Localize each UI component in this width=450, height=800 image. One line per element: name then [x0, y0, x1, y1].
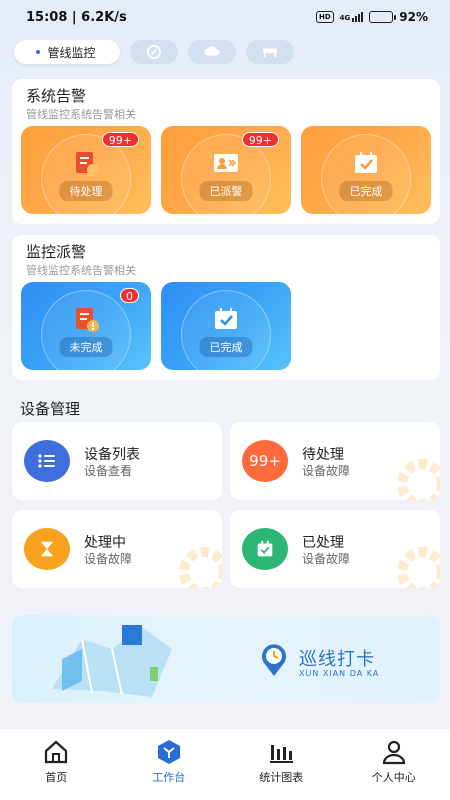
card-title: 系统告警: [26, 87, 87, 105]
nav-profile[interactable]: 个人中心: [338, 729, 450, 800]
device-card-title: 待处理: [302, 447, 344, 463]
signal-label: 4G: [339, 14, 351, 22]
tab-cloud[interactable]: [188, 40, 236, 64]
status-bar: 15:08 | 6.2K/s HD 4G 92%: [0, 0, 450, 34]
top-tabs: 管线监控: [14, 40, 294, 64]
device-processing-card[interactable]: 处理中 设备故障: [12, 510, 222, 588]
nav-label: 首页: [45, 771, 68, 784]
hourglass-icon: [24, 528, 70, 570]
tile-label: 未完成: [59, 337, 113, 357]
tile-label: 已完成: [199, 337, 253, 357]
device-list-card[interactable]: 设备列表 设备查看: [12, 422, 222, 500]
signal-bar: [361, 12, 364, 22]
active-dot: [36, 50, 41, 54]
bar-chart-icon: [270, 745, 294, 763]
banner-subtitle: XUN XIAN DA KA: [299, 669, 380, 678]
battery-percent: 92%: [399, 10, 428, 24]
card-subtitle: 管线监控系统告警相关: [26, 108, 136, 121]
network-badge: HD: [315, 11, 334, 23]
clipboard-warning-icon: [76, 308, 99, 332]
tile-unfinished[interactable]: 0 未完成: [21, 282, 151, 370]
monitor-dispatch-card: 监控派警 管线监控系统告警相关 0 未完成 已完成: [12, 235, 440, 380]
card-subtitle: 管线监控系统告警相关: [26, 264, 136, 277]
calendar-check-icon: [355, 152, 377, 173]
tile-dispatched[interactable]: 99+ 已派警: [161, 126, 291, 214]
pending-count-icon: 99+: [242, 440, 288, 482]
nav-label: 工作台: [152, 771, 186, 784]
device-card-title: 已处理: [302, 535, 344, 551]
tile-label: 已派警: [199, 181, 253, 201]
tab-barrier[interactable]: [246, 40, 294, 64]
gear-icon: [179, 547, 222, 588]
tab-label: 管线监控: [47, 45, 96, 60]
device-card-subtitle: 设备故障: [302, 464, 351, 478]
battery-icon: [369, 11, 397, 23]
workbench-icon: [157, 740, 180, 764]
map-illustration-icon: [52, 625, 172, 697]
nav-label: 统计图表: [259, 771, 304, 784]
status-time-speed: 15:08 | 6.2K/s: [26, 9, 127, 25]
nav-label: 个人中心: [371, 771, 416, 784]
person-dispatch-icon: [214, 154, 238, 172]
barrier-icon: [263, 48, 277, 58]
gear-icon: [397, 459, 440, 500]
home-icon: [45, 740, 68, 764]
device-card-title: 设备列表: [84, 447, 140, 463]
signal-bar: [358, 14, 361, 22]
signal-icon: 4G: [340, 12, 364, 22]
clock-location-icon: [262, 644, 286, 676]
badge-count: 99+: [241, 132, 279, 147]
gauge-icon: [147, 45, 161, 59]
gear-icon: [397, 547, 440, 588]
clipboard-warning-icon: [76, 152, 99, 176]
device-card-title: 处理中: [84, 535, 126, 551]
device-card-subtitle: 设备故障: [302, 552, 351, 566]
card-title: 监控派警: [26, 243, 87, 261]
nav-home[interactable]: 首页: [0, 729, 113, 800]
tile-label: 待处理: [59, 181, 113, 201]
tile-dispatch-completed[interactable]: 已完成: [161, 282, 291, 370]
device-pending-card[interactable]: 99+ 待处理 设备故障: [230, 422, 440, 500]
signal-bar: [355, 16, 358, 22]
cloud-icon: [204, 46, 220, 56]
device-card-subtitle: 设备查看: [84, 464, 133, 478]
signal-bar: [352, 18, 355, 22]
bottom-nav: 首页 工作台 统计图表 个人中心: [0, 728, 450, 800]
tab-gauge[interactable]: [130, 40, 178, 64]
banner-title: 巡线打卡: [299, 649, 375, 670]
patrol-checkin-banner[interactable]: 巡线打卡 XUN XIAN DA KA: [12, 615, 440, 703]
list-icon: [24, 440, 70, 482]
device-processed-card[interactable]: 已处理 设备故障: [230, 510, 440, 588]
pending-count: 99+: [249, 452, 281, 470]
tile-completed[interactable]: 已完成: [301, 126, 431, 214]
nav-workbench[interactable]: 工作台: [113, 729, 226, 800]
section-title-device-management: 设备管理: [20, 400, 81, 418]
badge-count: 0: [120, 288, 139, 303]
user-icon: [382, 740, 405, 765]
nav-statistics[interactable]: 统计图表: [225, 729, 338, 800]
device-card-subtitle: 设备故障: [84, 552, 133, 566]
calendar-check-icon: [215, 308, 237, 329]
status-indicators: HD 4G 92%: [315, 10, 428, 24]
tile-pending[interactable]: 99+ 待处理: [21, 126, 151, 214]
tile-label: 已完成: [339, 181, 393, 201]
badge-count: 99+: [101, 132, 139, 147]
calendar-check-icon: [242, 528, 288, 570]
system-alarm-card: 系统告警 管线监控系统告警相关 99+ 待处理 99+ 已派警 已完成: [12, 79, 440, 224]
tab-pipeline-monitor[interactable]: 管线监控: [14, 40, 120, 64]
